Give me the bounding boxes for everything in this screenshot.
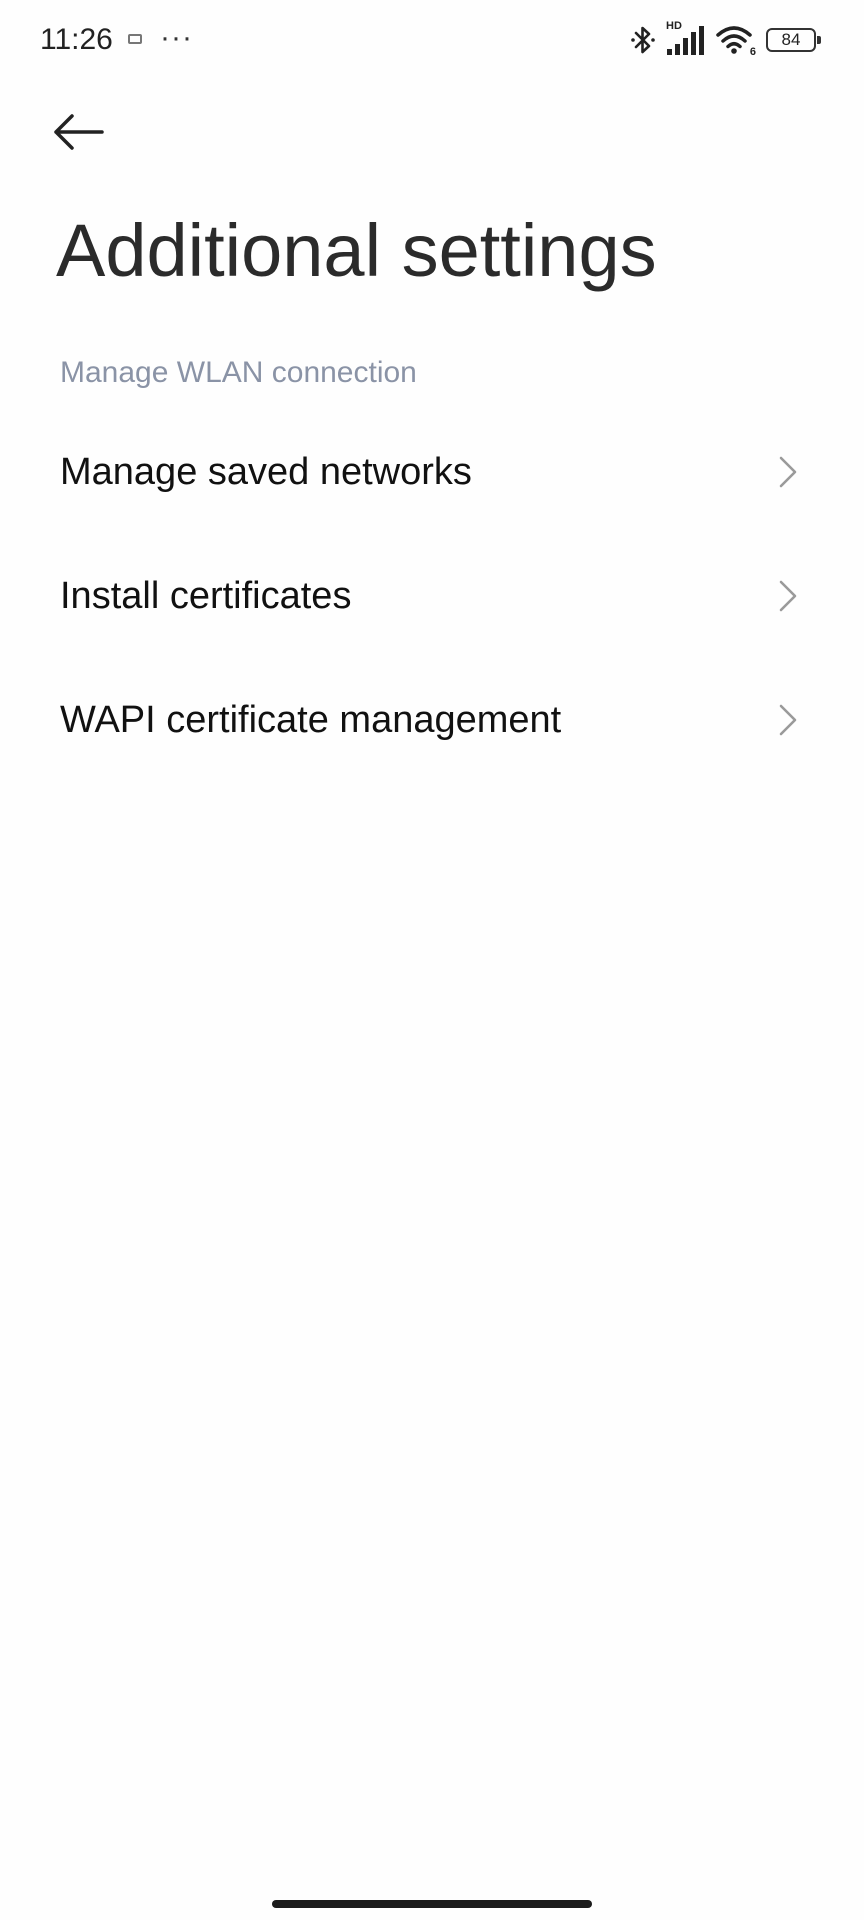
wapi-certificate-management-item[interactable]: WAPI certificate management <box>0 658 864 782</box>
back-button[interactable] <box>52 104 122 164</box>
home-indicator[interactable] <box>272 1900 592 1908</box>
status-icons: HD 6 84 <box>630 20 821 58</box>
wifi-standard-label: 6 <box>749 46 756 58</box>
list-item-label: Manage saved networks <box>60 450 472 493</box>
chevron-right-icon <box>776 702 800 738</box>
chevron-right-icon <box>776 454 800 490</box>
back-arrow-icon <box>52 112 106 157</box>
page-title: Additional settings <box>56 209 657 292</box>
manage-saved-networks-item[interactable]: Manage saved networks <box>0 410 864 534</box>
section-header: Manage WLAN connection <box>60 356 417 389</box>
settings-list: Manage saved networks Install certificat… <box>0 410 864 782</box>
signal-icon: HD <box>666 20 706 56</box>
list-item-label: Install certificates <box>60 574 352 617</box>
bluetooth-icon <box>630 24 656 56</box>
battery-level: 84 <box>781 30 801 49</box>
status-bar: 11:26 ··· HD 6 84 <box>0 0 864 80</box>
wifi-icon: 6 <box>716 24 756 58</box>
battery-icon: 84 <box>766 28 821 52</box>
chevron-right-icon <box>776 578 800 614</box>
status-time: 11:26 <box>40 23 113 56</box>
more-notifications-icon: ··· <box>160 21 193 54</box>
notification-icon <box>128 34 142 44</box>
list-item-label: WAPI certificate management <box>60 698 562 741</box>
install-certificates-item[interactable]: Install certificates <box>0 534 864 658</box>
